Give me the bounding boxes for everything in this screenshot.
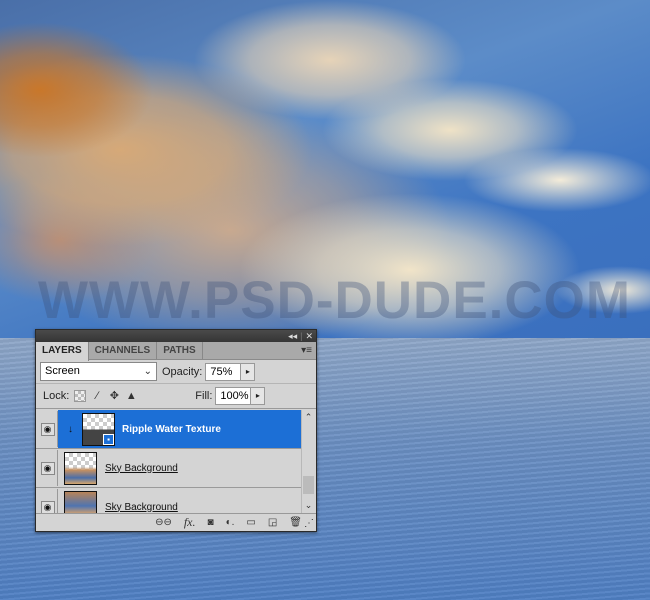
- blend-mode-value: Screen: [45, 365, 80, 377]
- tab-paths[interactable]: PATHS: [157, 342, 203, 359]
- eye-icon: ◉: [40, 461, 55, 475]
- lock-position-icon[interactable]: ✥: [108, 390, 120, 402]
- resize-grip-icon[interactable]: ⋰: [304, 518, 314, 529]
- opacity-label: Opacity:: [162, 365, 203, 378]
- tab-layers[interactable]: LAYERS: [36, 342, 89, 361]
- visibility-toggle[interactable]: ◉: [38, 450, 58, 486]
- layer-thumbnail: [64, 490, 97, 514]
- new-layer-icon[interactable]: ◲: [268, 517, 277, 528]
- smart-object-icon: ▪: [103, 433, 114, 445]
- close-icon[interactable]: ✕: [305, 330, 313, 342]
- clipping-mask-icon: ↓: [68, 423, 73, 435]
- layer-thumbnail: [64, 451, 97, 485]
- eye-icon: ◉: [40, 422, 55, 436]
- visibility-toggle[interactable]: ◉: [38, 489, 58, 514]
- visibility-toggle[interactable]: ◉: [38, 411, 58, 447]
- scrollbar-thumb[interactable]: [303, 476, 314, 494]
- lock-image-pixels-icon[interactable]: ∕: [91, 390, 103, 402]
- new-group-icon[interactable]: ▭: [246, 517, 255, 528]
- opacity-slider-button[interactable]: ▸: [241, 362, 256, 381]
- layers-panel: ◂◂ | ✕ LAYERS CHANNELS PATHS ▾≡ Screen ⌄…: [35, 329, 317, 532]
- chevron-down-icon: ⌄: [143, 366, 152, 377]
- layer-row[interactable]: ◉ ↓ ▪ Ripple Water Texture: [36, 410, 302, 449]
- opacity-input[interactable]: 75%: [205, 362, 242, 381]
- scroll-up-icon[interactable]: ⌃: [302, 410, 315, 424]
- lock-label: Lock:: [43, 390, 70, 402]
- lock-all-icon[interactable]: ▲: [125, 390, 137, 402]
- blend-mode-select[interactable]: Screen ⌄: [40, 362, 157, 381]
- layer-row[interactable]: ◉ Sky Background: [36, 449, 302, 488]
- eye-icon: ◉: [40, 500, 55, 514]
- scroll-down-icon[interactable]: ⌄: [302, 498, 315, 512]
- collapse-icon[interactable]: ◂◂: [288, 330, 297, 342]
- tab-channels[interactable]: CHANNELS: [89, 342, 158, 359]
- panel-menu-icon[interactable]: ▾≡: [301, 345, 312, 356]
- fill-label: Fill:: [195, 390, 213, 402]
- layer-name[interactable]: Sky Background: [105, 502, 178, 513]
- link-layers-icon[interactable]: ⊖⊖: [155, 517, 172, 528]
- watermark-text: WWW.PSD-DUDE.COM: [38, 271, 632, 330]
- panel-titlebar[interactable]: ◂◂ | ✕: [36, 330, 316, 342]
- trash-icon[interactable]: 🗑: [289, 517, 302, 528]
- panel-footer: ⊖⊖ fx. ◙ ◐. ▭ ◲ 🗑 ⋰: [36, 513, 316, 531]
- lock-transparent-pixels-icon[interactable]: [74, 390, 87, 402]
- fx-icon[interactable]: fx.: [184, 515, 196, 530]
- adjustment-layer-icon[interactable]: ◐.: [226, 517, 235, 528]
- layer-name[interactable]: Sky Background: [105, 463, 178, 474]
- layer-name[interactable]: Ripple Water Texture: [122, 424, 221, 435]
- layer-row[interactable]: ◉ Sky Background: [36, 488, 302, 514]
- fill-slider-button[interactable]: ▸: [251, 387, 266, 405]
- panel-tabs: LAYERS CHANNELS PATHS ▾≡: [36, 342, 316, 361]
- add-mask-icon[interactable]: ◙: [208, 517, 214, 528]
- fill-input[interactable]: 100%: [215, 387, 252, 405]
- layers-scrollbar[interactable]: ⌃ ⌄: [301, 410, 315, 514]
- layer-thumbnail: ▪: [82, 412, 115, 446]
- layers-list: ◉ ↓ ▪ Ripple Water Texture ◉ Sky Backgro…: [36, 410, 302, 514]
